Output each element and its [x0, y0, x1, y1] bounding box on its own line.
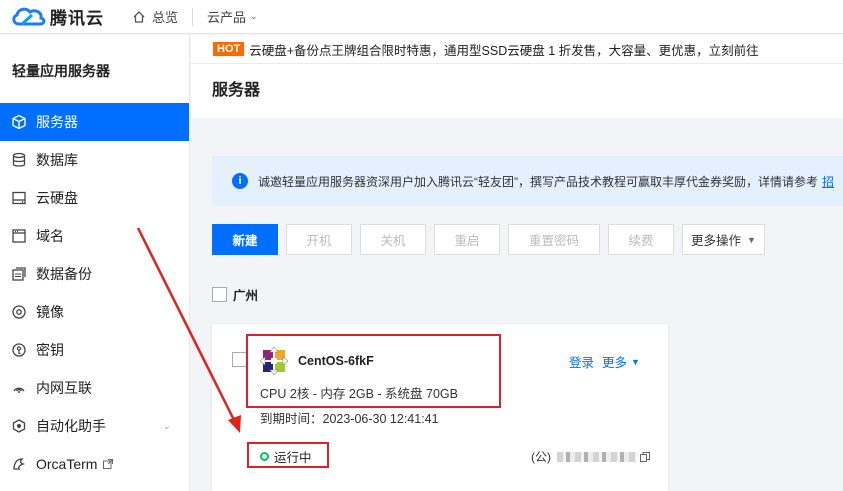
key-icon	[10, 341, 28, 359]
more-link[interactable]: 更多	[602, 352, 627, 371]
tencent-cloud-logo-icon	[12, 7, 46, 25]
instance-name[interactable]: CentOS-6fkF	[298, 354, 374, 368]
notice-text: 诚邀轻量应用服务器资深用户加入腾讯云“轻友团”，撰写产品技术教程可赢取丰厚代金券…	[258, 174, 818, 189]
instance-expire-time: 到期时间：2023-06-30 12:41:41	[260, 412, 439, 426]
region-group: 广州	[212, 285, 258, 304]
more-actions-label: 更多操作	[691, 234, 742, 248]
action-toolbar: 新建 开机 关机 重启 重置密码 续费 更多操作 ▼	[212, 224, 773, 255]
sidebar-item-label: 自动化助手	[36, 418, 106, 434]
instance-spec: CPU 2核 - 内存 2GB - 系统盘 70GB	[260, 387, 458, 401]
more-actions-dropdown[interactable]: 更多操作 ▼	[682, 224, 765, 255]
status-text: 运行中	[274, 451, 312, 465]
promo-banner[interactable]: HOT 云硬盘+备份点王牌组合限时特惠，通用型SSD云硬盘 1 折发售，大容量、…	[191, 35, 843, 64]
sidebar-item-label: 镜像	[36, 304, 64, 320]
instance-actions: 登录 更多 ▼	[569, 352, 640, 371]
brand-logo[interactable]: 腾讯云	[0, 4, 118, 29]
network-icon	[10, 379, 28, 397]
caret-down-icon: ▼	[747, 234, 756, 245]
backup-icon	[10, 265, 28, 283]
instance-card[interactable]: CentOS-6fkF CPU 2核 - 内存 2GB - 系统盘 70GB 到…	[212, 324, 668, 491]
notice-link[interactable]: 招	[822, 173, 834, 190]
sidebar-item-cloud-disk[interactable]: 云硬盘	[0, 179, 189, 217]
sidebar-item-label: 数据库	[36, 152, 78, 168]
running-status-icon	[260, 452, 269, 461]
sidebar-title: 轻量应用服务器	[12, 63, 110, 79]
sidebar-item-backup[interactable]: 数据备份	[0, 255, 189, 293]
region-label: 广州	[233, 289, 259, 303]
page-title: 服务器	[191, 64, 843, 118]
redacted-ip	[557, 451, 637, 462]
products-label: 云产品	[207, 10, 247, 25]
overview-link[interactable]: 总览	[118, 7, 192, 26]
external-link-icon	[103, 456, 114, 472]
region-checkbox[interactable]	[212, 287, 227, 302]
sidebar-item-label: 域名	[36, 228, 64, 244]
sidebar-item-label: 密钥	[36, 342, 64, 358]
sidebar-item-automation[interactable]: 自动化助手 ⌄	[0, 407, 189, 445]
status-badge: 运行中	[260, 447, 312, 466]
database-icon	[10, 151, 28, 169]
main-content: HOT 云硬盘+备份点王牌组合限时特惠，通用型SSD云硬盘 1 折发售，大容量、…	[191, 35, 843, 491]
hot-badge: HOT	[213, 42, 245, 56]
sidebar-item-servers[interactable]: 服务器	[0, 103, 189, 141]
restart-button[interactable]: 重启	[434, 224, 500, 255]
sidebar-item-key[interactable]: 密钥	[0, 331, 189, 369]
home-icon	[133, 10, 145, 23]
shutdown-button[interactable]: 关机	[360, 224, 426, 255]
new-button[interactable]: 新建	[212, 224, 278, 255]
terminal-icon	[10, 455, 28, 473]
reset-password-button[interactable]: 重置密码	[508, 224, 600, 255]
sidebar-item-label: 服务器	[36, 114, 78, 130]
os-row: CentOS-6fkF	[260, 347, 374, 375]
chevron-down-icon: ⌄	[250, 11, 258, 21]
renew-button[interactable]: 续费	[608, 224, 674, 255]
automation-icon	[10, 417, 28, 435]
centos-logo-icon	[260, 347, 288, 375]
ip-prefix: (公)	[531, 450, 551, 464]
sidebar-item-label: 内网互联	[36, 380, 92, 396]
sidebar-item-database[interactable]: 数据库	[0, 141, 189, 179]
instance-checkbox[interactable]	[232, 352, 247, 367]
sidebar-item-image[interactable]: 镜像	[0, 293, 189, 331]
promo-text[interactable]: 云硬盘+备份点王牌组合限时特惠，通用型SSD云硬盘 1 折发售，大容量、更优惠，…	[249, 40, 758, 59]
login-link[interactable]: 登录	[569, 352, 594, 371]
domain-icon	[10, 227, 28, 245]
start-button[interactable]: 开机	[286, 224, 352, 255]
public-ip: (公)	[531, 448, 650, 465]
sidebar-item-label: OrcaTerm	[36, 456, 98, 472]
disk-icon	[10, 189, 28, 207]
image-icon	[10, 303, 28, 321]
brand-name: 腾讯云	[50, 9, 104, 28]
products-menu[interactable]: 云产品 ⌄	[193, 7, 272, 26]
copy-icon[interactable]	[640, 451, 650, 462]
sidebar-item-network[interactable]: 内网互联	[0, 369, 189, 407]
server-list-area: i 诚邀轻量应用服务器资深用户加入腾讯云“轻友团”，撰写产品技术教程可赢取丰厚代…	[191, 118, 843, 491]
sidebar-item-orcaterm[interactable]: OrcaTerm	[0, 445, 189, 483]
caret-down-icon: ▼	[631, 356, 640, 367]
top-header: 腾讯云 总览 云产品 ⌄	[0, 0, 843, 34]
sidebar-item-label: 数据备份	[36, 266, 92, 282]
info-notice: i 诚邀轻量应用服务器资深用户加入腾讯云“轻友团”，撰写产品技术教程可赢取丰厚代…	[212, 156, 843, 206]
chevron-down-icon: ⌄	[162, 420, 171, 432]
sidebar-item-label: 云硬盘	[36, 190, 78, 206]
sidebar: 轻量应用服务器 服务器 数据库 云硬盘 域名 数据备份 镜像 密钥 内网互联 自…	[0, 35, 190, 491]
cube-icon	[10, 113, 28, 131]
overview-label: 总览	[152, 10, 179, 25]
info-icon: i	[232, 173, 248, 189]
sidebar-item-domain[interactable]: 域名	[0, 217, 189, 255]
